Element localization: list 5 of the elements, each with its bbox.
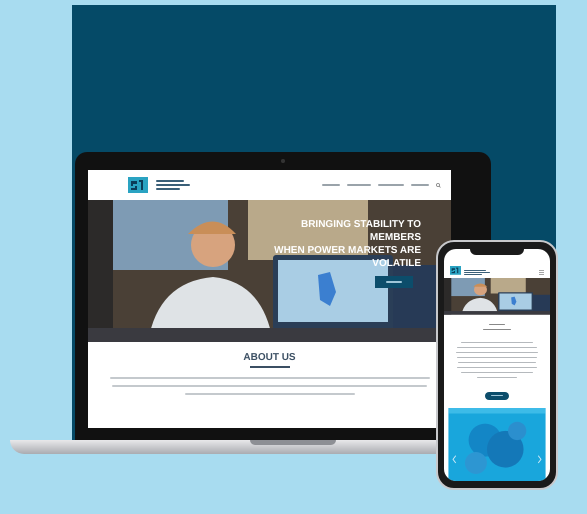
logo-icon: [128, 177, 148, 193]
section-heading: ABOUT US: [243, 352, 296, 363]
phone-button[interactable]: [485, 392, 509, 400]
logo-icon: [450, 266, 461, 275]
search-icon[interactable]: [436, 182, 441, 188]
